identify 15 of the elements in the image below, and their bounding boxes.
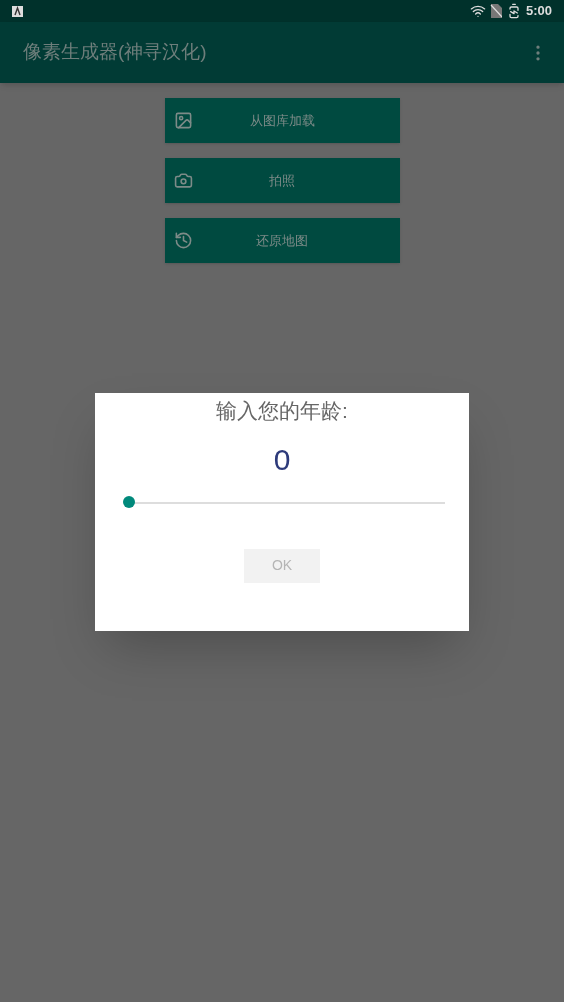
wifi-icon bbox=[469, 3, 486, 19]
history-icon bbox=[173, 231, 193, 250]
action-button[interactable]: 还原地图 bbox=[164, 218, 400, 263]
gallery-icon bbox=[173, 111, 193, 130]
camera-icon bbox=[173, 171, 193, 190]
slider-thumb[interactable] bbox=[122, 495, 135, 508]
notification-icon bbox=[12, 5, 23, 17]
age-value: 0 bbox=[273, 441, 291, 478]
action-button[interactable]: 拍照 bbox=[164, 158, 400, 203]
status-time: 5:00 bbox=[525, 2, 552, 21]
action-button[interactable]: 从图库加载 bbox=[164, 98, 400, 143]
app-title: 像素生成器(神寻汉化) bbox=[23, 40, 208, 65]
dialog-title: 输入您的年龄: bbox=[216, 398, 348, 424]
age-slider[interactable] bbox=[122, 495, 445, 510]
no-sim-icon bbox=[489, 4, 502, 18]
